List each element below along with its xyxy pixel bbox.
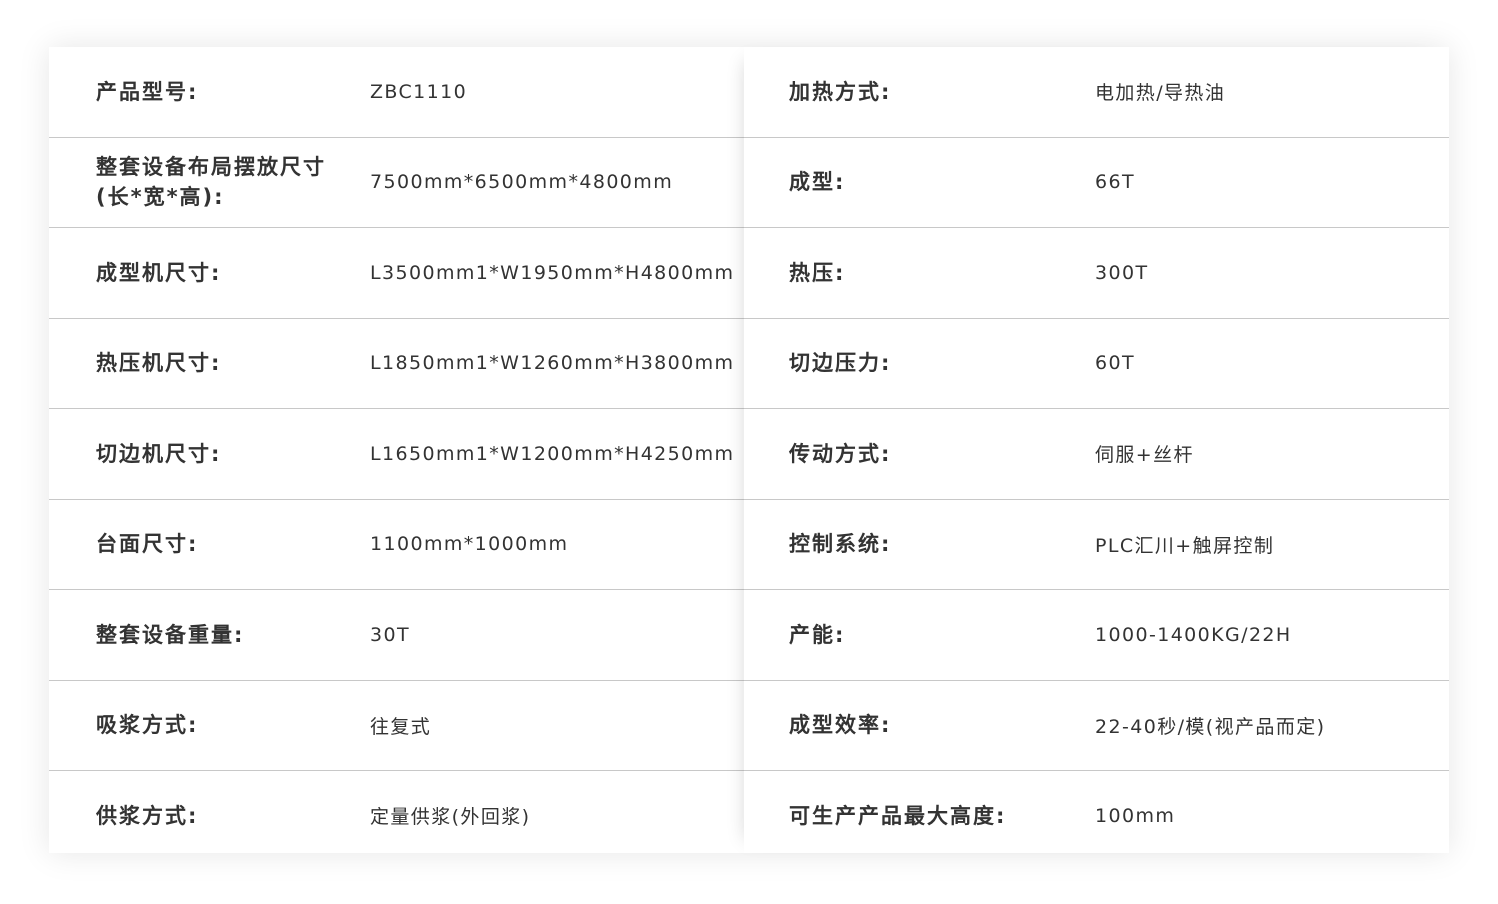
spec-value: L1650mm1*W1200mm*H4250mm: [370, 442, 735, 465]
spec-value: 1000-1400KG/22H: [1095, 623, 1292, 646]
spec-row: 传动方式: 伺服+丝杆: [744, 408, 1449, 499]
spec-row: 吸浆方式: 往复式: [49, 679, 744, 771]
spec-label: 成型:: [789, 170, 846, 195]
spec-row: 热压: 300T: [744, 227, 1449, 318]
spec-label: 供浆方式:: [96, 803, 199, 828]
spec-value: 定量供浆(外回浆): [370, 806, 531, 829]
spec-label: 成型效率:: [789, 713, 892, 738]
spec-value: 22-40秒/模(视产品而定): [1095, 715, 1326, 738]
spec-row: 成型机尺寸: L3500mm1*W1950mm*H4800mm: [49, 227, 744, 318]
spec-label: 切边压力:: [789, 351, 892, 376]
spec-value: 1100mm*1000mm: [370, 533, 569, 556]
spec-value: PLC汇川+触屏控制: [1095, 534, 1275, 557]
spec-row: 热压机尺寸: L1850mm1*W1260mm*H3800mm: [49, 317, 744, 409]
spec-row: 加热方式: 电加热/导热油: [744, 47, 1449, 137]
spec-label: 传动方式:: [789, 441, 892, 466]
spec-label: 可生产产品最大高度:: [789, 803, 1007, 828]
spec-row: 可生产产品最大高度: 100mm: [744, 770, 1449, 861]
spec-value: 100mm: [1095, 804, 1176, 827]
spec-row: 产品型号: ZBC1110: [49, 47, 744, 137]
spec-value: 7500mm*6500mm*4800mm: [370, 171, 674, 194]
spec-label: 整套设备重量:: [96, 622, 245, 647]
spec-label: 加热方式:: [789, 79, 892, 104]
spec-row: 控制系统: PLC汇川+触屏控制: [744, 498, 1449, 590]
spec-table: 产品型号: ZBC1110 整套设备布局摆放尺寸(长*宽*高): 7500mm*…: [49, 47, 1449, 853]
spec-row: 供浆方式: 定量供浆(外回浆): [49, 770, 744, 861]
spec-value: L3500mm1*W1950mm*H4800mm: [370, 261, 735, 284]
spec-label: 成型机尺寸:: [96, 260, 222, 285]
spec-label: 切边机尺寸:: [96, 441, 222, 466]
spec-value: 300T: [1095, 261, 1149, 284]
spec-value: L1850mm1*W1260mm*H3800mm: [370, 352, 735, 375]
spec-value: 伺服+丝杆: [1095, 444, 1194, 467]
spec-label: 台面尺寸:: [96, 532, 199, 557]
spec-label: 热压:: [789, 260, 846, 285]
spec-value: 66T: [1095, 171, 1135, 194]
spec-label: 控制系统:: [789, 532, 892, 557]
spec-row: 台面尺寸: 1100mm*1000mm: [49, 498, 744, 590]
spec-label: 整套设备布局摆放尺寸(长*宽*高):: [96, 155, 326, 210]
spec-row: 切边机尺寸: L1650mm1*W1200mm*H4250mm: [49, 408, 744, 499]
spec-row: 整套设备重量: 30T: [49, 589, 744, 680]
spec-value: 60T: [1095, 352, 1135, 375]
spec-value: 电加热/导热油: [1095, 82, 1226, 105]
spec-row: 产能: 1000-1400KG/22H: [744, 589, 1449, 680]
spec-column-left: 产品型号: ZBC1110 整套设备布局摆放尺寸(长*宽*高): 7500mm*…: [49, 47, 744, 853]
spec-label: 产能:: [789, 622, 846, 647]
spec-value: 30T: [370, 623, 410, 646]
spec-value: ZBC1110: [370, 80, 468, 103]
spec-row: 切边压力: 60T: [744, 317, 1449, 409]
spec-row: 整套设备布局摆放尺寸(长*宽*高): 7500mm*6500mm*4800mm: [49, 136, 744, 228]
spec-column-right: 加热方式: 电加热/导热油 成型: 66T 热压: 300T 切边压力: 60T…: [744, 47, 1449, 853]
spec-row: 成型: 66T: [744, 136, 1449, 228]
spec-value: 往复式: [370, 715, 432, 738]
spec-label: 吸浆方式:: [96, 713, 199, 738]
spec-label: 热压机尺寸:: [96, 351, 222, 376]
spec-label: 产品型号:: [96, 79, 199, 104]
spec-row: 成型效率: 22-40秒/模(视产品而定): [744, 679, 1449, 771]
